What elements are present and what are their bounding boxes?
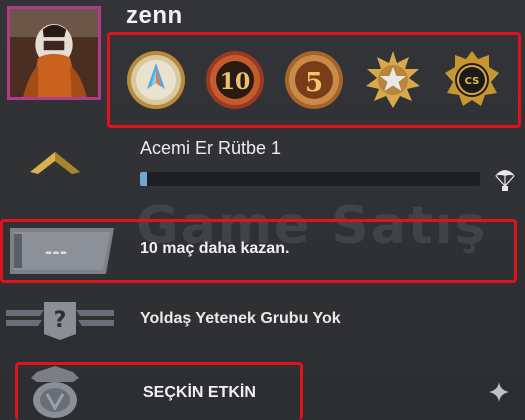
elite-status-text: SEÇKİN ETKİN bbox=[143, 384, 256, 401]
svg-text:10: 10 bbox=[219, 69, 250, 95]
friends-skill-group-text: Yoldaş Yetenek Grubu Yok bbox=[140, 310, 341, 327]
rank-progress-fill bbox=[140, 172, 147, 186]
friends-skill-group-icon: ? bbox=[6, 302, 114, 340]
elite-shield-icon bbox=[31, 366, 79, 418]
svg-text:5: 5 bbox=[305, 68, 323, 98]
medal-showcase: 10 5 CS bbox=[107, 32, 521, 128]
rank-name: Acemi Er Rütbe 1 bbox=[140, 138, 282, 158]
wins-needed-text: 10 maç daha kazan. bbox=[140, 240, 290, 257]
rank-chevron-icon bbox=[30, 152, 80, 174]
medal-csgo-operation-coin-icon[interactable]: CS bbox=[441, 49, 503, 111]
rank-progress-bar bbox=[140, 172, 480, 186]
medal-10-years-service-icon[interactable]: 10 bbox=[204, 49, 266, 111]
svg-text:CS: CS bbox=[465, 76, 480, 87]
sparkle-icon bbox=[489, 382, 509, 402]
skill-badge-text: --- bbox=[45, 242, 67, 263]
medal-5-years-service-icon[interactable]: 5 bbox=[283, 49, 345, 111]
username: zenn bbox=[126, 2, 183, 29]
medal-service-star-icon[interactable] bbox=[362, 49, 424, 111]
fsg-badge-symbol: ? bbox=[54, 308, 67, 333]
avatar[interactable] bbox=[7, 6, 101, 100]
parachute-icon[interactable] bbox=[493, 166, 517, 192]
medal-10-year-veteran-icon[interactable] bbox=[125, 49, 187, 111]
avatar-image bbox=[10, 9, 98, 97]
skill-group-unranked-icon: --- bbox=[10, 228, 114, 274]
